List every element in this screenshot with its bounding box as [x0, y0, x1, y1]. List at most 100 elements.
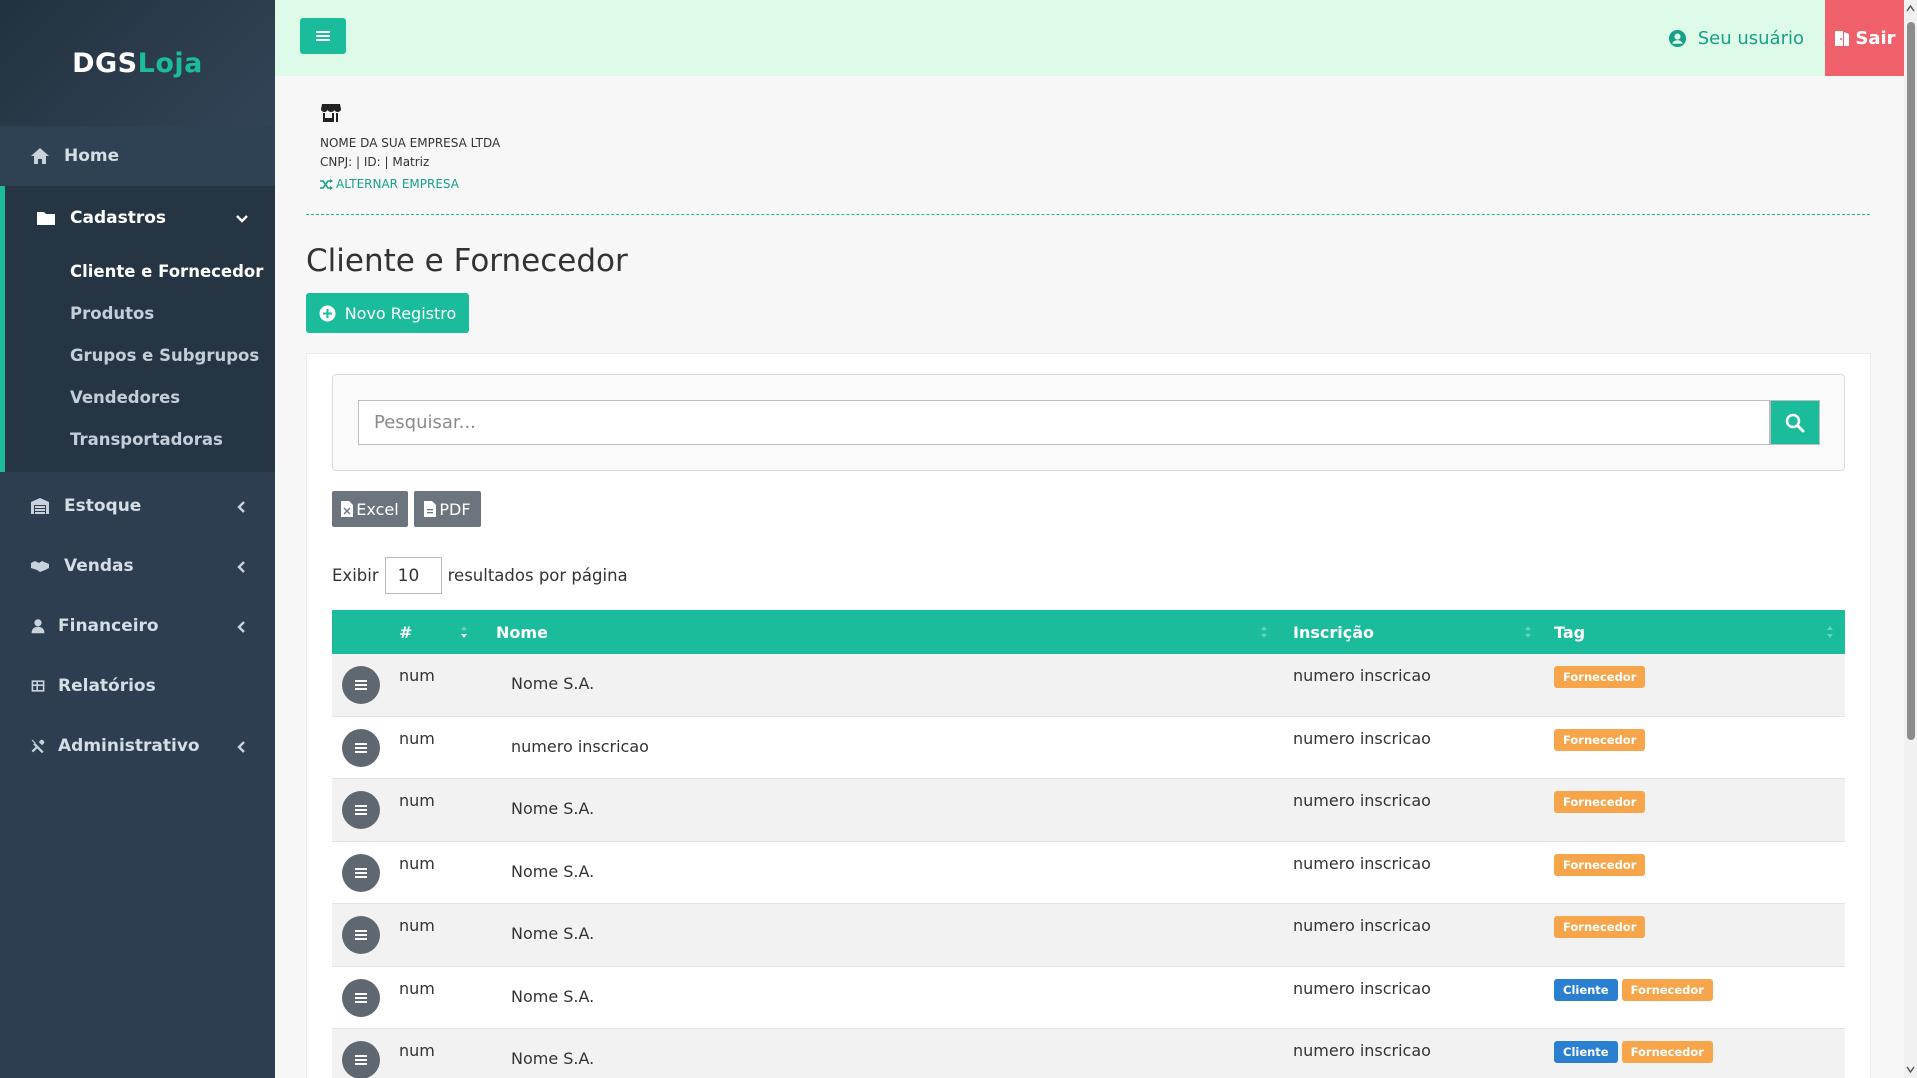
sidebar-subitem-cliente-fornecedor[interactable]: Cliente e Fornecedor — [5, 250, 275, 292]
warehouse-icon — [30, 496, 50, 516]
row-actions-button[interactable] — [342, 916, 380, 954]
row-actions-button[interactable] — [342, 1041, 380, 1078]
chevron-left-icon — [235, 619, 249, 633]
search-button[interactable] — [1770, 400, 1820, 445]
logout-button[interactable]: Sair — [1825, 0, 1904, 76]
sort-icon[interactable] — [1260, 622, 1268, 642]
switch-company-link[interactable]: ALTERNAR EMPRESA — [320, 175, 500, 194]
table-row[interactable]: num numero inscricao numero inscricao Forne… — [332, 716, 1845, 779]
company-info: NOME DA SUA EMPRESA LTDA CNPJ: | ID: | M… — [320, 103, 500, 194]
row-actions-button[interactable] — [342, 791, 380, 829]
chevron-left-icon — [235, 499, 249, 513]
menu-lines-icon — [355, 930, 367, 940]
cell-nome: Nome S.A. — [511, 986, 595, 1006]
sidebar-item-label: Administrativo — [58, 736, 200, 756]
sidebar-toggle-button[interactable] — [300, 18, 346, 54]
folder-icon — [36, 208, 56, 228]
page-scrollbar[interactable] — [1904, 0, 1917, 1078]
sidebar-item-label: Estoque — [64, 496, 142, 516]
search-box: Pesquisar... — [332, 374, 1845, 471]
cell-nome: Nome S.A. — [511, 799, 595, 818]
sidebar-item-estoque[interactable]: Estoque — [0, 476, 275, 536]
page-length-control: Exibir 10 resultados por página — [332, 557, 628, 594]
menu-lines-icon — [355, 805, 367, 815]
hamburger-icon — [316, 31, 330, 41]
handshake-icon — [30, 556, 50, 576]
column-header-inscricao[interactable]: Inscrição — [1293, 610, 1374, 654]
logout-label: Sair — [1855, 27, 1896, 49]
cell-num: num — [399, 666, 435, 685]
cell-tags: Fornecedor — [1554, 728, 1646, 751]
sidebar-item-financeiro[interactable]: Financeiro — [0, 596, 275, 656]
topbar: Seu usuário Sair — [275, 0, 1904, 76]
sort-desc-icon[interactable] — [460, 622, 468, 642]
column-header-tag[interactable]: Tag — [1554, 610, 1585, 654]
sidebar-item-home[interactable]: Home — [0, 126, 275, 186]
sidebar-item-label: Home — [64, 146, 120, 166]
tag-badge-fornecedor: Fornecedor — [1554, 916, 1646, 938]
tools-icon — [30, 736, 46, 756]
cell-inscricao: numero inscricao — [1293, 728, 1431, 748]
cell-tags: Cliente Fornecedor — [1554, 978, 1713, 1001]
table-row[interactable]: num Nome S.A. numero inscricao Fornecedor — [332, 841, 1845, 904]
tag-badge-fornecedor: Fornecedor — [1621, 978, 1713, 1001]
menu-lines-icon — [355, 992, 367, 1003]
export-pdf-button[interactable]: PDF — [414, 491, 481, 527]
records-table: # Nome Inscrição Tag num Nome S.A. numero … — [332, 610, 1845, 1078]
cell-tags: Fornecedor — [1554, 853, 1646, 876]
sidebar-subitem-transportadoras[interactable]: Transportadoras — [5, 418, 275, 460]
sidebar-subitem-vendedores[interactable]: Vendedores — [5, 376, 275, 418]
page-title: Cliente e Fornecedor — [306, 243, 628, 279]
table-header: # Nome Inscrição Tag — [332, 610, 1845, 654]
plus-circle-icon — [319, 305, 336, 321]
sort-icon[interactable] — [1524, 622, 1532, 642]
length-suffix: resultados por página — [447, 566, 628, 585]
sidebar-item-label: Relatórios — [58, 676, 156, 696]
sidebar-item-label: Cadastros — [70, 208, 167, 228]
search-input[interactable]: Pesquisar... — [358, 400, 1770, 445]
export-excel-button[interactable]: Excel — [332, 491, 408, 527]
table-row[interactable]: num Nome S.A. numero inscricao Cliente Forne… — [332, 1029, 1845, 1078]
cell-num: num — [399, 916, 435, 935]
column-header-num[interactable]: # — [399, 610, 412, 654]
table-row[interactable]: num Nome S.A. numero inscricao Fornecedor — [332, 904, 1845, 967]
cell-inscricao: numero inscricao — [1293, 853, 1431, 873]
row-actions-button[interactable] — [342, 978, 380, 1017]
page-length-input[interactable]: 10 — [384, 557, 442, 594]
row-actions-button[interactable] — [342, 728, 380, 767]
user-circle-icon — [1668, 29, 1686, 47]
user-menu-link[interactable]: Seu usuário — [1668, 0, 1804, 76]
scrollbar-thumb[interactable] — [1907, 22, 1915, 740]
sidebar-item-relatorios[interactable]: Relatórios — [0, 656, 275, 716]
column-header-nome[interactable]: Nome — [496, 610, 548, 654]
sidebar-subitem-produtos[interactable]: Produtos — [5, 292, 275, 334]
sidebar-item-vendas[interactable]: Vendas — [0, 536, 275, 596]
sidebar-item-label: Financeiro — [58, 616, 159, 636]
table-row[interactable]: num Nome S.A. numero inscricao Fornecedor — [332, 654, 1845, 717]
door-open-icon — [1835, 31, 1850, 46]
tag-badge-fornecedor: Fornecedor — [1554, 853, 1646, 876]
user-dollar-icon — [30, 616, 46, 636]
cell-nome: numero inscricao — [511, 736, 649, 756]
menu-lines-icon — [355, 680, 367, 690]
scroll-down-icon[interactable] — [1906, 1065, 1915, 1074]
sidebar-item-cadastros[interactable]: Cadastros — [5, 186, 275, 250]
cell-tags: Cliente Fornecedor — [1554, 1041, 1713, 1063]
table-row[interactable]: num Nome S.A. numero inscricao Cliente Forne… — [332, 966, 1845, 1029]
brand-logo[interactable]: DGS Loja — [0, 0, 275, 126]
new-record-button[interactable]: Novo Registro — [306, 293, 469, 333]
table-row[interactable]: num Nome S.A. numero inscricao Fornecedor — [332, 779, 1845, 842]
user-label: Seu usuário — [1697, 27, 1804, 49]
chevron-left-icon — [235, 559, 249, 573]
row-actions-button[interactable] — [342, 853, 380, 892]
sort-icon[interactable] — [1826, 622, 1834, 642]
cell-num: num — [399, 978, 435, 998]
sidebar-subitem-grupos[interactable]: Grupos e Subgrupos — [5, 334, 275, 376]
file-pdf-icon — [424, 501, 437, 517]
scroll-up-icon[interactable] — [1906, 4, 1915, 13]
length-prefix: Exibir — [332, 566, 379, 585]
sidebar-item-administrativo[interactable]: Administrativo — [0, 716, 275, 776]
cell-nome: Nome S.A. — [511, 924, 595, 943]
cell-inscricao: numero inscricao — [1293, 666, 1431, 685]
row-actions-button[interactable] — [342, 666, 380, 704]
